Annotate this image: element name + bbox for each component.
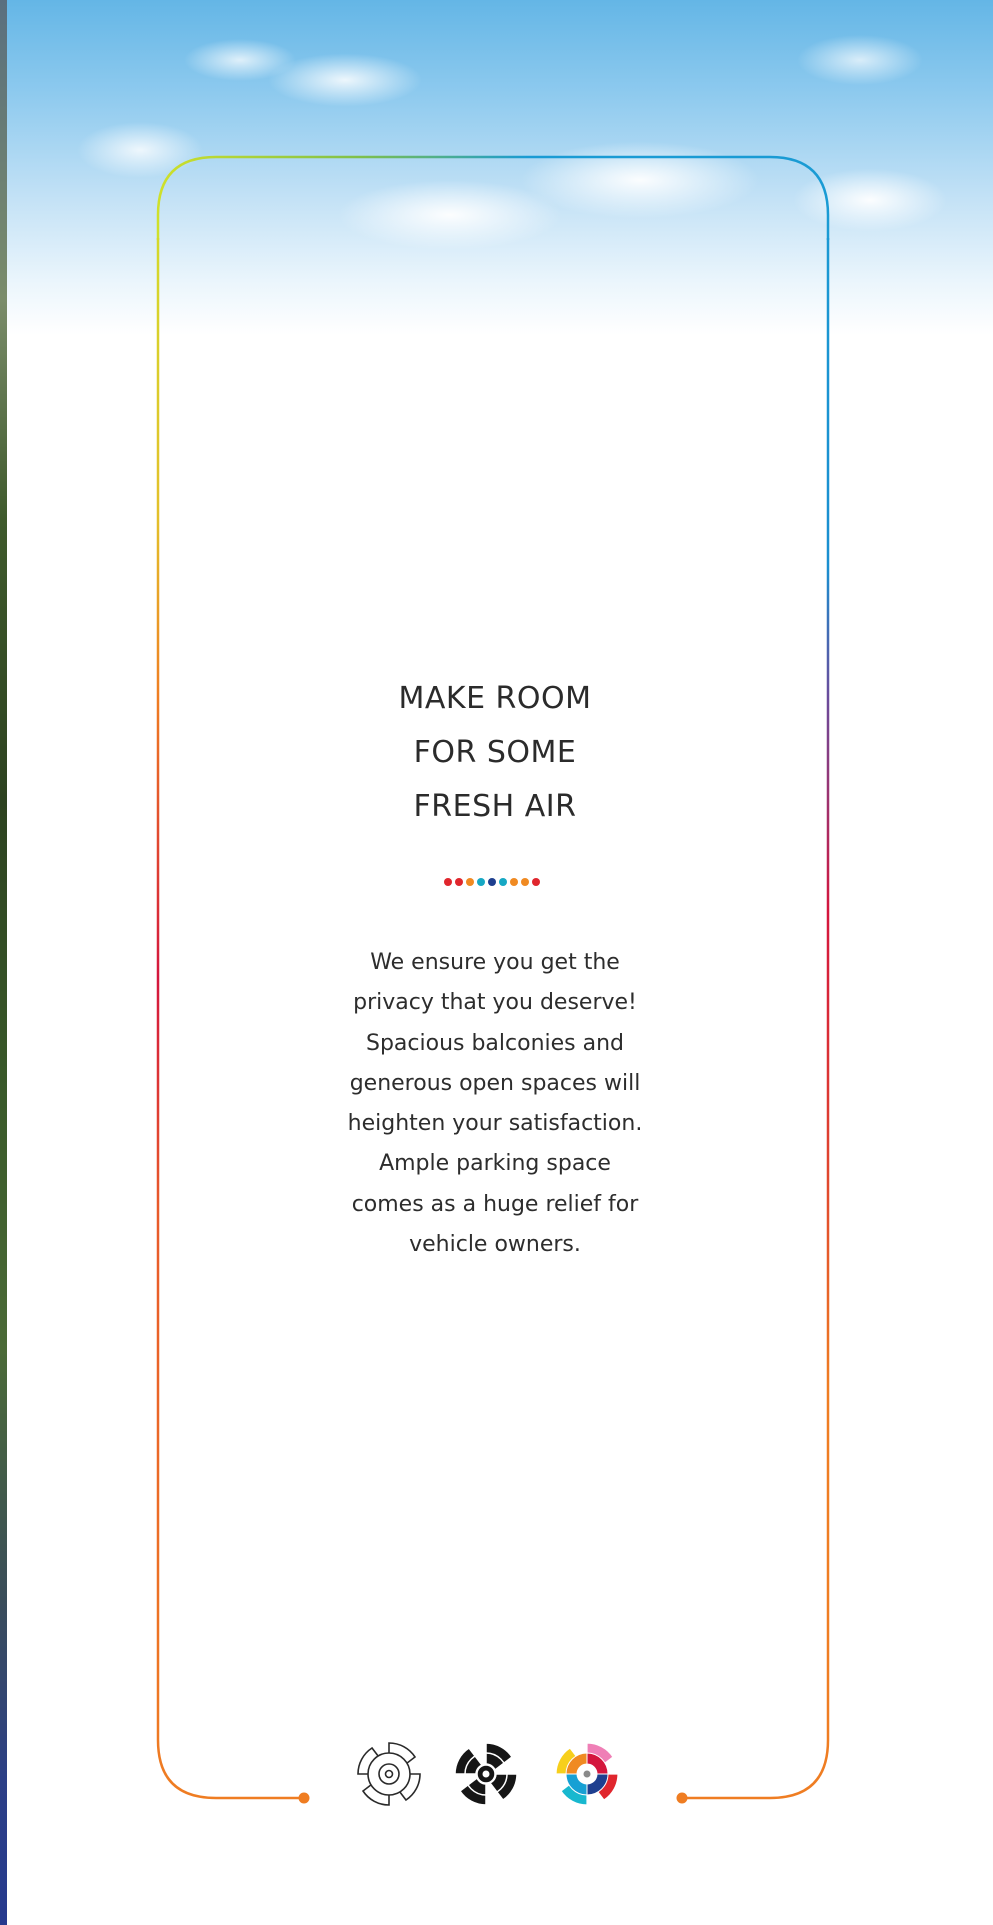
headline-line: MAKE ROOM <box>398 681 592 716</box>
divider-dot <box>521 878 529 886</box>
body-line: Ample parking space <box>379 1151 611 1177</box>
fan-solid-icon <box>454 1742 518 1806</box>
dot-divider <box>444 878 549 888</box>
headline: MAKE ROOM FOR SOME FRESH AIR <box>285 672 705 834</box>
body-line: comes as a huge relief for <box>351 1191 639 1217</box>
divider-dot <box>466 878 474 886</box>
divider-dot <box>532 878 540 886</box>
divider-dot <box>488 878 496 886</box>
body-line: generous open spaces will <box>349 1070 641 1096</box>
page: MAKE ROOM FOR SOME FRESH AIR We ensure y… <box>0 0 993 1925</box>
fan-color-icon <box>555 1742 619 1806</box>
body-line: We ensure you get the <box>370 950 620 975</box>
body-line: vehicle owners. <box>409 1232 581 1258</box>
divider-dot <box>510 878 518 886</box>
headline-line: FOR SOME <box>413 735 577 770</box>
headline-line: FRESH AIR <box>413 789 577 824</box>
body-copy: We ensure you get the privacy that you d… <box>310 943 680 1265</box>
divider-dot <box>444 878 452 886</box>
divider-dot <box>499 878 507 886</box>
body-line: heighten your satisfaction. <box>347 1111 643 1137</box>
body-line: privacy that you deserve! <box>353 990 637 1016</box>
body-line: Spacious balconies and <box>365 1030 625 1056</box>
divider-dot <box>455 878 463 886</box>
divider-dot <box>477 878 485 886</box>
fan-outline-icon <box>357 1742 421 1806</box>
